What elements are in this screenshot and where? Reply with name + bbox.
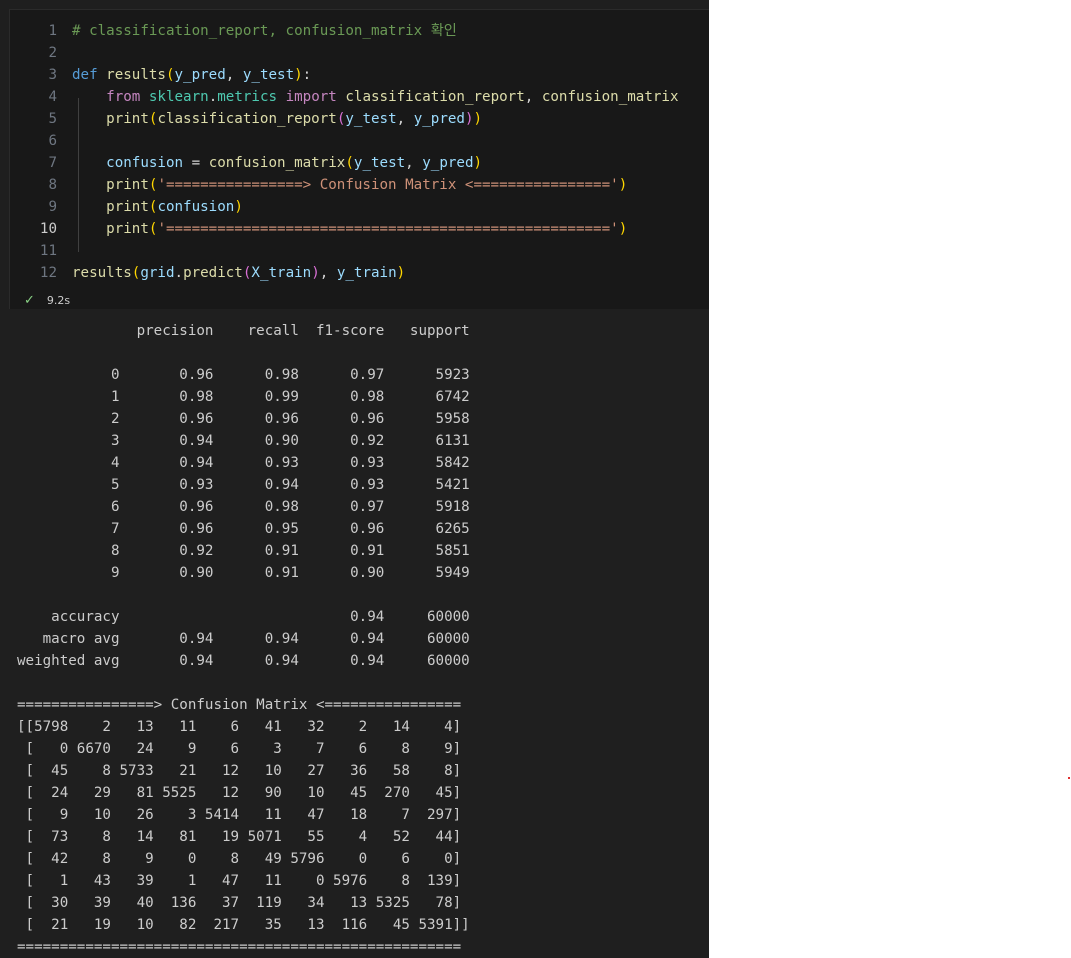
code-text: def results(y_pred, y_test): xyxy=(72,67,312,83)
line-number: 3 xyxy=(48,67,57,83)
code-line[interactable]: 4 from sklearn.metrics import classifica… xyxy=(10,86,709,108)
line-number: 2 xyxy=(48,45,57,61)
code-text: confusion = confusion_matrix(y_test, y_p… xyxy=(106,155,483,171)
code-text: from sklearn.metrics import classificati… xyxy=(106,89,679,105)
line-number: 4 xyxy=(48,89,57,105)
code-line[interactable]: 3 def results(y_pred, y_test): xyxy=(10,64,709,86)
code-text: print('=================================… xyxy=(106,221,628,237)
code-line[interactable]: 12 results(grid.predict(X_train), y_train… xyxy=(10,262,709,284)
code-editor[interactable]: 1 # classification_report, confusion_matr… xyxy=(10,20,709,284)
line-number: 8 xyxy=(48,177,57,193)
execution-time: 9.2s xyxy=(46,294,71,307)
cell-output: precision recall f1-score support 0 0.96… xyxy=(17,323,470,955)
code-line[interactable]: 2 xyxy=(10,42,709,64)
code-line[interactable]: 8 print('================> Confusion Mat… xyxy=(10,174,709,196)
code-text: results(grid.predict(X_train), y_train) xyxy=(72,265,406,281)
line-number: 11 xyxy=(39,243,57,259)
code-text: print(confusion) xyxy=(106,199,243,215)
code-text: print(classification_report(y_test, y_pr… xyxy=(106,111,483,127)
line-number: 5 xyxy=(48,111,57,127)
line-number: 6 xyxy=(48,133,57,149)
code-line[interactable]: 11 xyxy=(10,240,709,262)
code-line[interactable]: 10 print('==============================… xyxy=(10,218,709,240)
code-line[interactable]: 7 confusion = confusion_matrix(y_test, y… xyxy=(10,152,709,174)
line-number: 12 xyxy=(39,265,57,281)
line-number: 9 xyxy=(48,199,57,215)
code-cell[interactable]: 1 # classification_report, confusion_matr… xyxy=(9,9,709,309)
code-line[interactable]: 5 print(classification_report(y_test, y_… xyxy=(10,108,709,130)
code-text: print('================> Confusion Matri… xyxy=(106,177,628,193)
line-number: 1 xyxy=(48,23,57,39)
notebook-panel: 1 # classification_report, confusion_matr… xyxy=(0,0,709,958)
code-line[interactable]: 6 xyxy=(10,130,709,152)
code-text: # classification_report, confusion_matri… xyxy=(72,23,457,39)
line-number: 7 xyxy=(48,155,57,171)
check-icon: ✓ xyxy=(24,293,35,308)
cell-status: ✓ 9.2s xyxy=(24,292,70,310)
line-number: 10 xyxy=(39,221,57,237)
code-line[interactable]: 1 # classification_report, confusion_matr… xyxy=(10,20,709,42)
code-line[interactable]: 9 print(confusion) xyxy=(10,196,709,218)
stray-mark xyxy=(1068,777,1070,779)
